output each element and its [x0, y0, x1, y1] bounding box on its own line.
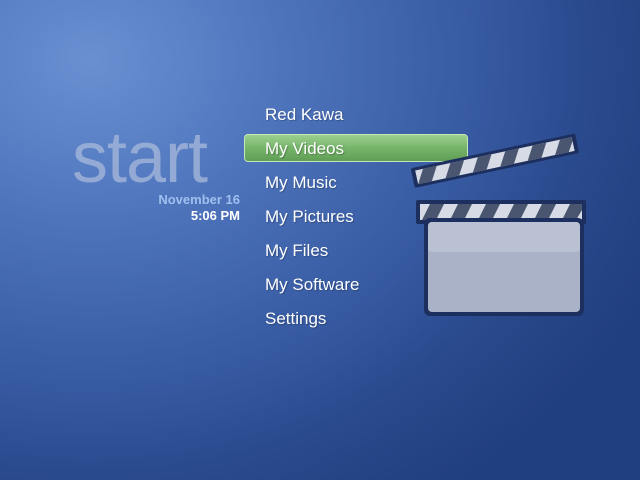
date-label: November 16	[158, 192, 240, 207]
start-title: start	[72, 118, 208, 198]
time-label: 5:06 PM	[190, 208, 240, 223]
menu-item-red-kawa[interactable]: Red Kawa	[244, 100, 468, 128]
clapperboard-icon	[411, 133, 586, 316]
